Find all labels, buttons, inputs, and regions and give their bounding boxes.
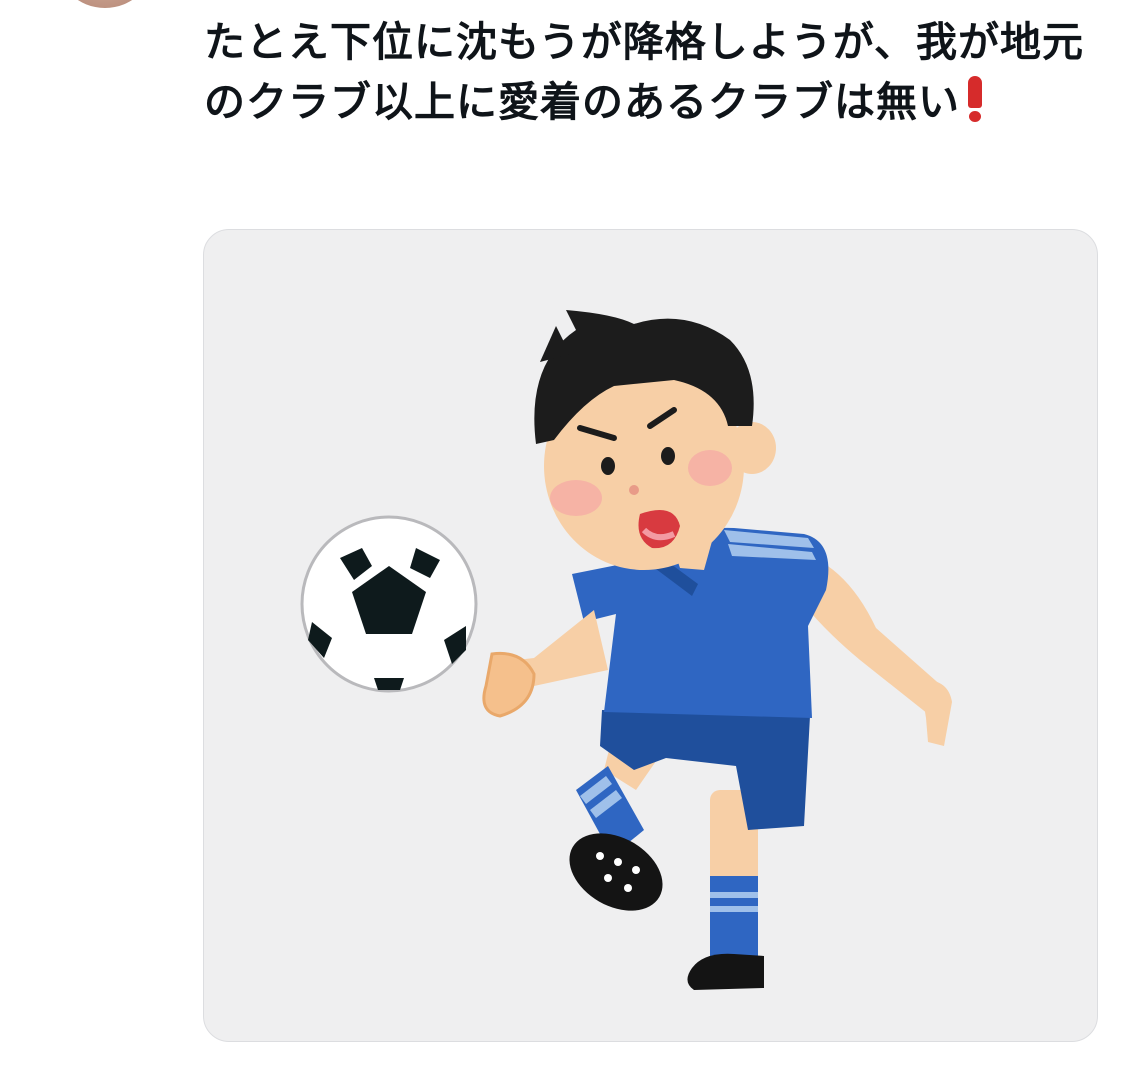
tweet-media-image[interactable] bbox=[203, 229, 1098, 1042]
soccer-player-illustration bbox=[482, 310, 952, 990]
soccer-ball-icon bbox=[300, 515, 478, 693]
tweet-text: たとえ下位に沈もうが降格しようが、我が地元のクラブ以上に愛着のあるクラブは無い bbox=[204, 12, 1084, 132]
author-avatar[interactable] bbox=[55, 0, 155, 8]
exclamation-mark-emoji-icon bbox=[966, 76, 984, 122]
tweet-text-content: たとえ下位に沈もうが降格しようが、我が地元のクラブ以上に愛着のあるクラブは無い bbox=[204, 18, 1084, 126]
